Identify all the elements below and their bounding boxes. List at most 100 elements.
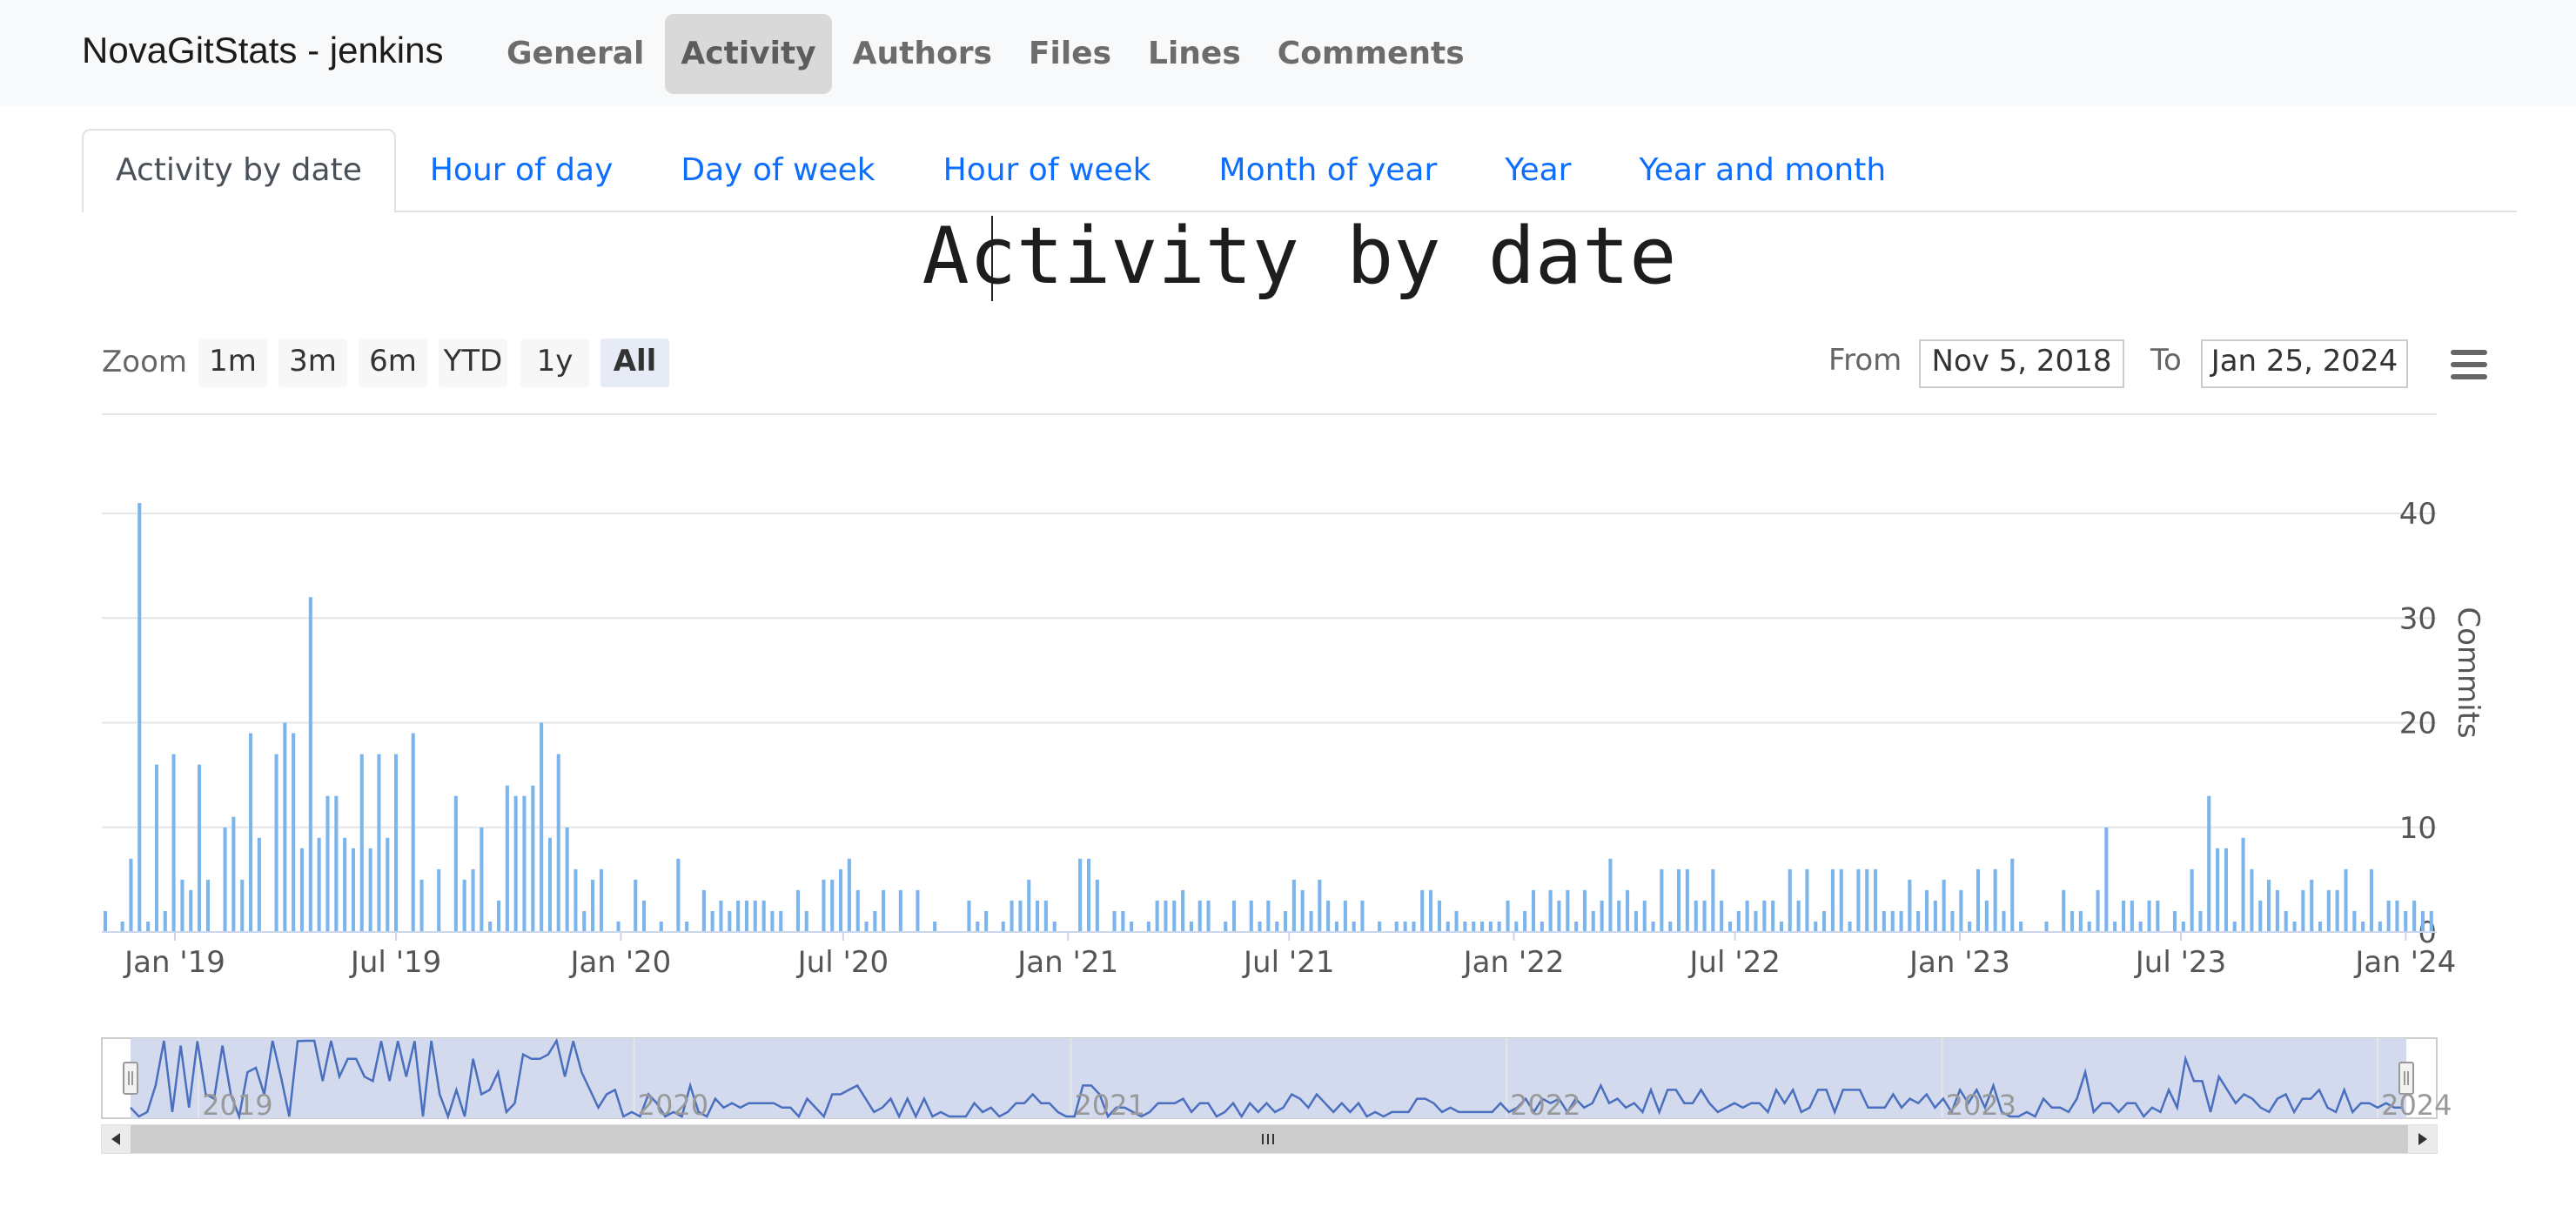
tab-year-and-month[interactable]: Year and month: [1605, 129, 1920, 211]
tab-hour-of-day[interactable]: Hour of day: [396, 129, 647, 211]
bar: [967, 900, 971, 932]
tab-activity-by-date[interactable]: Activity by date: [82, 129, 396, 212]
bar: [1232, 900, 1237, 932]
bar: [1814, 922, 1818, 932]
bar: [676, 858, 681, 932]
scroll-left-icon[interactable]: [102, 1125, 131, 1153]
bar: [1899, 911, 1903, 932]
zoom-ytd-button[interactable]: YTD: [439, 339, 507, 387]
bar: [1130, 922, 1134, 932]
bar: [1010, 900, 1014, 932]
bar: [2275, 889, 2279, 932]
bar: [1720, 900, 1724, 932]
zoom-6m-button[interactable]: 6m: [359, 339, 427, 387]
bar: [2104, 827, 2109, 932]
svg-text:Jan 25, 2024: Jan 25, 2024: [2210, 344, 2398, 379]
bar: [1582, 889, 1587, 932]
svg-text:1y: 1y: [537, 344, 574, 379]
bar: [2122, 900, 2126, 932]
bar: [1300, 889, 1305, 932]
bar: [1036, 900, 1040, 932]
bar: [488, 922, 493, 932]
tab-hour-of-week[interactable]: Hour of week: [909, 129, 1185, 211]
from-date-input[interactable]: Nov 5, 2018: [1919, 339, 2124, 388]
svg-text:Nov 5, 2018: Nov 5, 2018: [1932, 344, 2112, 379]
bar: [2284, 911, 2288, 932]
bar: [274, 754, 278, 932]
x-tick-label: Jan '19: [123, 945, 225, 980]
bar: [1352, 922, 1356, 932]
bar: [1224, 922, 1228, 932]
bar: [2190, 868, 2194, 932]
bar: [377, 754, 381, 932]
bar: [453, 795, 458, 932]
bar: [1805, 868, 1809, 932]
svg-text:All: All: [614, 344, 657, 379]
nav-files[interactable]: Files: [1013, 14, 1127, 94]
bar: [659, 922, 663, 932]
nav-comments[interactable]: Comments: [1262, 14, 1480, 94]
bar: [795, 889, 800, 932]
nav-lines[interactable]: Lines: [1132, 14, 1257, 94]
bar: [351, 848, 355, 932]
bar: [976, 922, 980, 932]
bar: [129, 858, 133, 932]
bar: [2310, 879, 2314, 932]
brand-title[interactable]: NovaGitStats - jenkins: [82, 30, 444, 71]
bar: [1754, 911, 1758, 932]
zoom-1m-button[interactable]: 1m: [198, 339, 267, 387]
bar: [308, 597, 312, 932]
bar: [634, 879, 638, 932]
navigator-left-handle[interactable]: [123, 1062, 138, 1095]
bar: [2207, 795, 2211, 932]
zoom-3m-button[interactable]: 3m: [278, 339, 347, 387]
bar: [1403, 922, 1407, 932]
svg-text:6m: 6m: [369, 344, 417, 379]
nav-activity[interactable]: Activity: [665, 14, 832, 94]
bar: [1172, 900, 1177, 932]
scroll-right-icon[interactable]: [2408, 1125, 2437, 1153]
tab-year[interactable]: Year: [1471, 129, 1605, 211]
to-date-input[interactable]: Jan 25, 2024: [2201, 339, 2408, 388]
bar: [2087, 922, 2091, 932]
bar: [2096, 889, 2100, 932]
navigator-label: 2024: [2381, 1089, 2452, 1122]
scrollbar-thumb[interactable]: [131, 1125, 2408, 1153]
bar: [317, 837, 321, 932]
bar: [240, 879, 245, 932]
activity-chart: Activity by date Zoom 1m 3m 6m YTD 1y Al…: [101, 211, 2487, 1154]
chart-menu-icon[interactable]: [2451, 350, 2487, 379]
bar: [1318, 879, 1322, 932]
bar: [882, 889, 886, 932]
x-tick-label: Jul '21: [1242, 945, 1334, 980]
bar: [198, 764, 202, 932]
tab-day-of-week[interactable]: Day of week: [647, 129, 909, 211]
bar: [325, 795, 330, 932]
svg-text:1m: 1m: [209, 344, 257, 379]
bar: [1258, 922, 1262, 932]
bar: [1394, 922, 1399, 932]
zoom-1y-button[interactable]: 1y: [520, 339, 589, 387]
bar: [180, 879, 184, 932]
bar: [2113, 922, 2117, 932]
zoom-all-button[interactable]: All: [600, 339, 669, 387]
navigator[interactable]: 2019 2020 2021 2022 2023 2024: [101, 1037, 2452, 1122]
bar: [1506, 900, 1510, 932]
tab-month-of-year[interactable]: Month of year: [1185, 129, 1472, 211]
nav-authors[interactable]: Authors: [837, 14, 1008, 94]
bar: [761, 900, 766, 932]
bar: [1420, 889, 1425, 932]
bar: [2395, 900, 2399, 932]
scrollbar[interactable]: [101, 1124, 2438, 1154]
bar: [744, 900, 748, 932]
bar: [205, 879, 210, 932]
bar: [2420, 911, 2425, 932]
bar: [1052, 922, 1057, 932]
bar: [1711, 868, 1715, 932]
bar: [1591, 911, 1595, 932]
nav-general[interactable]: General: [491, 14, 660, 94]
bar: [2078, 911, 2083, 932]
navigator-right-handle[interactable]: [2398, 1062, 2414, 1095]
bar: [685, 922, 689, 932]
bar: [2258, 900, 2263, 932]
